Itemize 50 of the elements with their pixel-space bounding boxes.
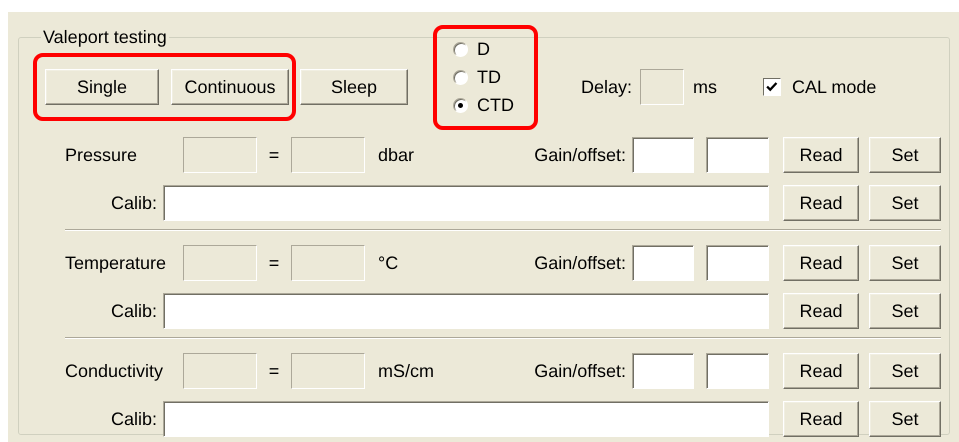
read-button[interactable]: Read <box>783 401 859 437</box>
command-button[interactable]: Sleep <box>300 69 408 105</box>
set-button[interactable]: Set <box>869 137 941 173</box>
radio-label: D <box>477 38 490 60</box>
equals-sign: = <box>268 252 280 274</box>
sensor-label: Temperature <box>65 252 168 274</box>
gain-field[interactable] <box>632 245 694 281</box>
command-button[interactable]: Single <box>45 69 159 105</box>
gain-offset-label: Gain/offset: <box>534 360 626 382</box>
set-button[interactable]: Set <box>869 401 941 437</box>
radio-button[interactable] <box>453 70 468 84</box>
read-button[interactable]: Read <box>783 185 859 221</box>
calib-label: Calib: <box>110 300 157 322</box>
calib-field[interactable] <box>163 401 769 437</box>
set-button[interactable]: Set <box>869 353 941 389</box>
offset-field[interactable] <box>706 245 769 281</box>
read-button[interactable]: Read <box>783 245 859 281</box>
equals-sign: = <box>268 144 280 166</box>
calib-label: Calib: <box>110 408 157 430</box>
calib-label: Calib: <box>110 192 157 214</box>
unit-label: ms <box>693 76 718 98</box>
offset-field[interactable] <box>706 137 769 173</box>
unit-label: °C <box>377 252 400 274</box>
sensor-label: Conductivity <box>65 360 164 382</box>
checkbox[interactable] <box>763 78 782 96</box>
command-button[interactable]: Continuous <box>171 69 289 105</box>
radio-label: TD <box>477 66 501 88</box>
group-title: Valeport testing <box>42 27 168 48</box>
sensor-label: Pressure <box>65 144 138 166</box>
gain-field[interactable] <box>632 353 694 389</box>
set-button[interactable]: Set <box>869 245 941 281</box>
gain-field[interactable] <box>632 137 694 173</box>
gain-offset-label: Gain/offset: <box>534 252 626 274</box>
radio-label: CTD <box>477 94 514 116</box>
set-button[interactable]: Set <box>869 293 941 329</box>
read-button[interactable]: Read <box>783 353 859 389</box>
offset-field[interactable] <box>706 353 769 389</box>
equals-sign: = <box>268 360 280 382</box>
delay-label: Delay: <box>581 76 632 98</box>
radio-button[interactable] <box>453 42 468 56</box>
unit-label: dbar <box>377 144 416 166</box>
read-button[interactable]: Read <box>783 293 859 329</box>
checkbox-label: CAL mode <box>792 76 876 98</box>
read-button[interactable]: Read <box>783 137 859 173</box>
unit-label: mS/cm <box>377 360 435 382</box>
calib-field[interactable] <box>163 293 769 329</box>
set-button[interactable]: Set <box>869 185 941 221</box>
gain-offset-label: Gain/offset: <box>534 144 626 166</box>
calib-field[interactable] <box>163 185 769 221</box>
radio-button[interactable] <box>453 98 468 112</box>
